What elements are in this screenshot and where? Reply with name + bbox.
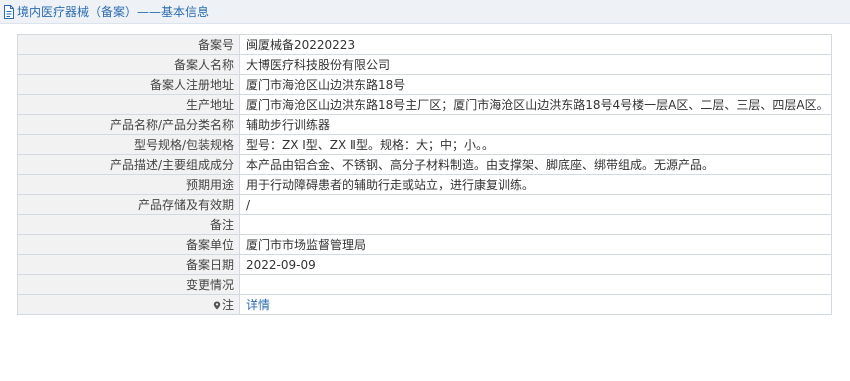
detail-table: 备案号 闽厦械备20220223 备案人名称 大博医疗科技股份有限公司 备案人注… [17,34,832,315]
note-label: 注 [221,298,234,312]
table-row: 备案人注册地址 厦门市海沧区山边洪东路18号 [17,74,832,95]
field-label: 型号规格/包装规格 [17,134,240,155]
field-label: 备案日期 [17,254,240,275]
field-label: 备案单位 [17,234,240,255]
field-label: 备注 [17,214,240,235]
map-pin-icon [213,299,221,310]
table-row: 产品名称/产品分类名称 辅助步行训练器 [17,114,832,135]
table-row: 变更情况 [17,274,832,295]
field-value: / [239,194,832,215]
details-link[interactable]: 详情 [246,298,270,312]
field-label: 变更情况 [17,274,240,295]
field-label: 备案人注册地址 [17,74,240,95]
table-row: 备案人名称 大博医疗科技股份有限公司 [17,54,832,75]
table-row: 预期用途 用于行动障碍患者的辅助行走或站立，进行康复训练。 [17,174,832,195]
table-row: 备案号 闽厦械备20220223 [17,34,832,55]
field-value [239,214,832,235]
page-title: 境内医疗器械（备案）——基本信息 [17,5,210,19]
table-row: 生产地址 厦门市海沧区山边洪东路18号主厂区；厦门市海沧区山边洪东路18号4号楼… [17,94,832,115]
table-row: 产品描述/主要组成成分 本产品由铝合金、不锈钢、高分子材料制造。由支撑架、脚底座… [17,154,832,175]
table-row: 备案单位 厦门市市场监督管理局 [17,234,832,255]
section-header: 境内医疗器械（备案）——基本信息 [0,0,850,24]
table-row: 备案日期 2022-09-09 [17,254,832,275]
field-label: 产品描述/主要组成成分 [17,154,240,175]
field-value: 型号：ZX Ⅰ型、ZX Ⅱ型。规格：大；中；小。。 [239,134,832,155]
field-value: 2022-09-09 [239,254,832,275]
note-value-cell: 详情 [239,294,832,315]
field-label: 产品存储及有效期 [17,194,240,215]
table-row-note: 注 详情 [17,294,832,315]
table-row: 备注 [17,214,832,235]
field-value: 用于行动障碍患者的辅助行走或站立，进行康复训练。 [239,174,832,195]
field-value [239,274,832,295]
field-label: 备案号 [17,34,240,55]
document-icon [3,4,15,19]
field-label: 生产地址 [17,94,240,115]
field-value: 大博医疗科技股份有限公司 [239,54,832,75]
field-value: 本产品由铝合金、不锈钢、高分子材料制造。由支撑架、脚底座、绑带组成。无源产品。 [239,154,832,175]
field-label: 产品名称/产品分类名称 [17,114,240,135]
field-label: 备案人名称 [17,54,240,75]
field-value: 闽厦械备20220223 [239,34,832,55]
field-value: 厦门市市场监督管理局 [239,234,832,255]
table-row: 产品存储及有效期 / [17,194,832,215]
table-row: 型号规格/包装规格 型号：ZX Ⅰ型、ZX Ⅱ型。规格：大；中；小。。 [17,134,832,155]
field-value: 辅助步行训练器 [239,114,832,135]
field-label: 预期用途 [17,174,240,195]
field-value: 厦门市海沧区山边洪东路18号 [239,74,832,95]
note-label-cell: 注 [17,294,240,315]
field-value: 厦门市海沧区山边洪东路18号主厂区；厦门市海沧区山边洪东路18号4号楼一层A区、… [239,94,832,115]
